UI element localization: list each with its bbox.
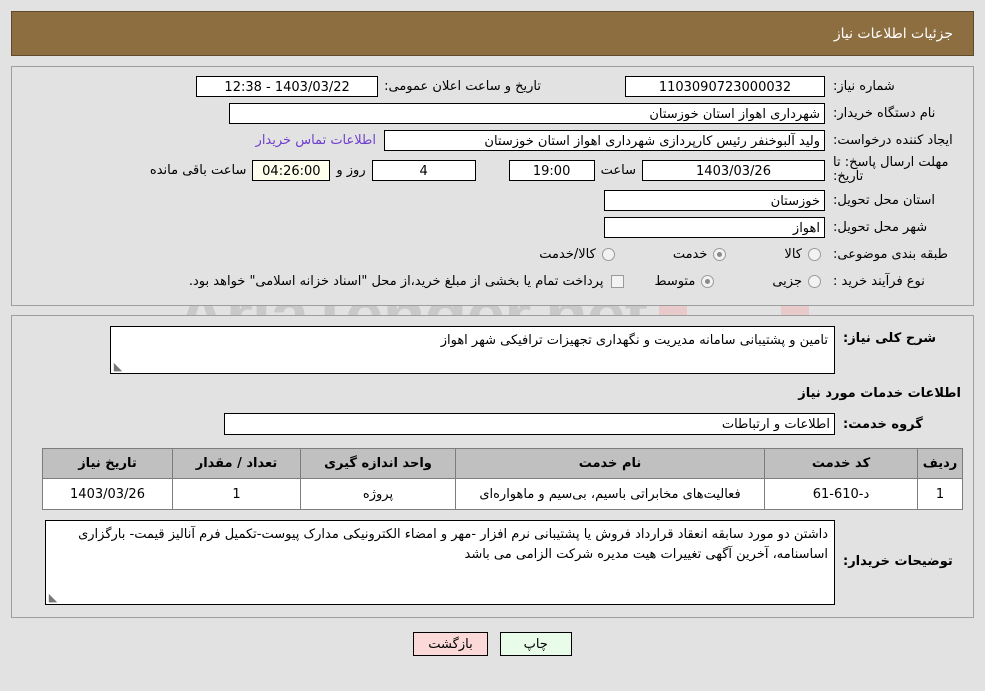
deadline-time-field: 19:00: [508, 159, 595, 181]
services-section-title: اطلاعات خدمات مورد نیاز: [798, 386, 961, 401]
page-header: جزئیات اطلاعات نیاز: [11, 11, 974, 56]
radio-process-jozi[interactable]: جزیی: [772, 274, 821, 289]
services-table: ردیف کد خدمت نام خدمت واحد اندازه گیری ت…: [42, 448, 963, 510]
process-label: نوع فرآیند خرید :: [833, 273, 925, 289]
radio-label-jozi: جزیی: [772, 273, 802, 289]
cell-quantity: 1: [172, 478, 301, 510]
table-row: 1 د-610-61 فعالیت‌های مخابراتی باسیم، بی…: [42, 478, 963, 510]
radio-icon-kala-khedmat[interactable]: [601, 247, 615, 261]
row-buyer-notes: توضیحات خریدار: داشتن دو مورد سابقه انعق…: [22, 520, 963, 605]
need-number-label: شماره نیاز:: [833, 78, 895, 94]
need-number-field: 1103090723000032: [625, 75, 825, 97]
cell-need-date: 1403/03/26: [42, 478, 173, 510]
row-category: طبقه بندی موضوعی: کالا خدمت کالا/خدمت: [22, 243, 963, 265]
th-service-code: کد خدمت: [764, 448, 918, 479]
th-unit: واحد اندازه گیری: [300, 448, 456, 479]
deadline-label: مهلت ارسال پاسخ: تا تاریخ:: [833, 155, 949, 184]
days-label: روز و: [336, 162, 366, 178]
radio-label-kala-khedmat: کالا/خدمت: [539, 246, 596, 262]
radio-icon-jozi[interactable]: [808, 274, 821, 288]
creator-field: ولید آلبوخنفر رئیس کارپردازی شهرداری اهو…: [384, 129, 825, 151]
details-panel: شرح کلی نیاز: تامین و پشتیبانی سامانه مد…: [11, 315, 974, 618]
row-need-number: شماره نیاز: 1103090723000032 تاریخ و ساع…: [22, 75, 963, 97]
need-info-panel: شماره نیاز: 1103090723000032 تاریخ و ساع…: [11, 66, 974, 306]
table-header-row: ردیف کد خدمت نام خدمت واحد اندازه گیری ت…: [42, 448, 963, 479]
cell-service-name: فعالیت‌های مخابراتی باسیم، بی‌سیم و ماهو…: [455, 478, 765, 510]
row-buyer-org: نام دستگاه خریدار: شهرداری اهواز استان خ…: [22, 102, 963, 124]
category-label: طبقه بندی موضوعی:: [833, 246, 949, 262]
treasury-checkbox[interactable]: [611, 274, 625, 288]
cell-service-code: د-610-61: [764, 478, 918, 510]
remaining-days-field: 4: [371, 159, 476, 181]
radio-process-motevaset[interactable]: متوسط: [654, 273, 715, 289]
resize-grip-icon[interactable]: ◢: [113, 360, 123, 373]
buyer-notes-label: توضیحات خریدار:: [843, 554, 953, 569]
radio-category-khedmat[interactable]: خدمت: [673, 247, 727, 262]
cell-row-no: 1: [917, 478, 963, 510]
radio-icon-motevaset[interactable]: [701, 274, 715, 288]
print-button[interactable]: چاپ: [499, 632, 572, 656]
remaining-label: ساعت باقی مانده: [149, 162, 247, 178]
buyer-notes-textarea[interactable]: داشتن دو مورد سابقه انعقاد قرارداد فروش …: [45, 520, 835, 605]
buyer-notes-text: داشتن دو مورد سابقه انعقاد قرارداد فروش …: [78, 527, 828, 562]
hour-label: ساعت: [600, 162, 636, 178]
th-service-name: نام خدمت: [455, 448, 765, 479]
row-service-group: گروه خدمت: اطلاعات و ارتباطات: [22, 413, 963, 435]
summary-text: تامین و پشتیبانی سامانه مدیریت و نگهداری…: [440, 333, 828, 348]
row-city: شهر محل تحویل: اهواز: [22, 216, 963, 238]
announce-label: تاریخ و ساعت اعلان عمومی:: [384, 78, 541, 94]
city-field: اهواز: [604, 216, 825, 238]
row-summary: شرح کلی نیاز: تامین و پشتیبانی سامانه مد…: [22, 326, 963, 374]
radio-category-kala[interactable]: کالا: [784, 247, 821, 262]
creator-label: ایجاد کننده درخواست:: [833, 132, 953, 148]
province-field: خوزستان: [604, 189, 825, 211]
summary-label: شرح کلی نیاز:: [843, 331, 937, 346]
buyer-contact-link[interactable]: اطلاعات تماس خریدار: [248, 133, 384, 148]
summary-textarea[interactable]: تامین و پشتیبانی سامانه مدیریت و نگهداری…: [110, 326, 835, 374]
back-button[interactable]: بازگشت: [413, 632, 488, 656]
radio-label-motevaset: متوسط: [654, 273, 696, 289]
page-title: جزئیات اطلاعات نیاز: [833, 25, 953, 42]
radio-label-kala: کالا: [784, 246, 802, 262]
service-group-label: گروه خدمت:: [843, 416, 923, 432]
th-quantity: تعداد / مقدار: [172, 448, 301, 479]
announce-datetime-field: 1403/03/22 - 12:38: [196, 75, 379, 97]
treasury-checkbox-label: پرداخت تمام یا بخشی از مبلغ خرید،از محل …: [188, 273, 604, 289]
radio-icon-khedmat[interactable]: [713, 247, 727, 261]
buyer-org-label: نام دستگاه خریدار:: [833, 105, 936, 121]
cell-unit: پروژه: [300, 478, 456, 510]
buyer-org-field: شهرداری اهواز استان خوزستان: [229, 102, 825, 124]
tender-detail-page: AriaTender.net جزئیات اطلاعات نیاز شماره…: [0, 0, 985, 691]
th-need-date: تاریخ نیاز: [42, 448, 173, 479]
th-row-no: ردیف: [917, 448, 963, 479]
resize-grip-icon-notes[interactable]: ◢: [48, 591, 58, 604]
row-deadline: مهلت ارسال پاسخ: تا تاریخ: 1403/03/26 سا…: [22, 156, 963, 184]
province-label: استان محل تحویل:: [833, 192, 935, 208]
service-group-field: اطلاعات و ارتباطات: [224, 413, 835, 435]
deadline-date-field: 1403/03/26: [642, 159, 825, 181]
radio-icon-kala[interactable]: [808, 247, 821, 261]
row-province: استان محل تحویل: خوزستان: [22, 189, 963, 211]
row-process-type: نوع فرآیند خرید : جزیی متوسط پرداخت تمام…: [22, 270, 963, 292]
radio-label-khedmat: خدمت: [672, 246, 708, 262]
countdown-field: 04:26:00: [252, 159, 331, 181]
footer-actions: بازگشت چاپ: [0, 632, 985, 656]
radio-category-kala-khedmat[interactable]: کالا/خدمت: [539, 247, 615, 262]
row-creator: ایجاد کننده درخواست: ولید آلبوخنفر رئیس …: [22, 129, 963, 151]
city-label: شهر محل تحویل:: [833, 219, 928, 235]
